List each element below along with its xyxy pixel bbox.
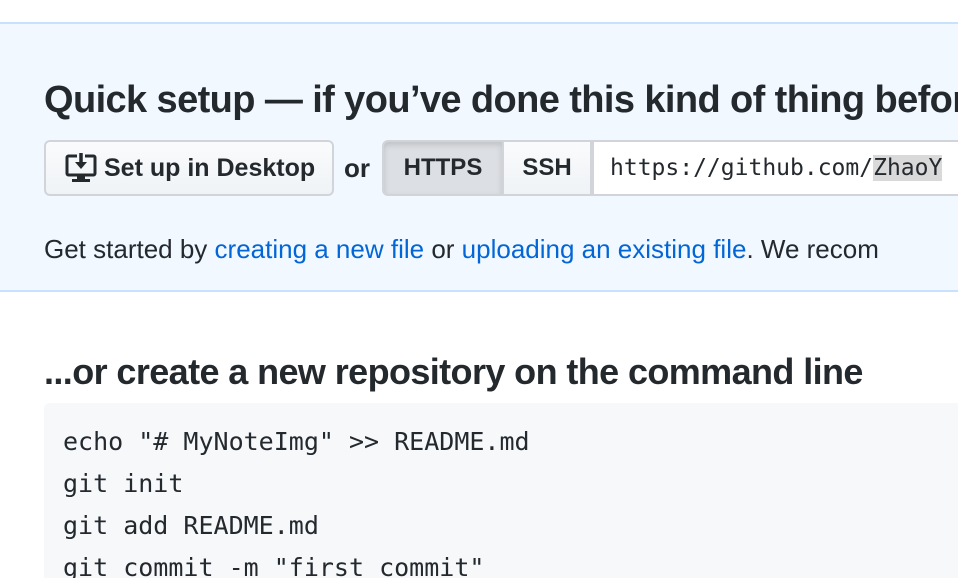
code-line: echo "# MyNoteImg" >> README.md — [63, 427, 530, 456]
desktop-download-icon — [64, 151, 98, 185]
https-button[interactable]: HTTPS — [382, 140, 504, 196]
command-line-code-block: echo "# MyNoteImg" >> README.md git init g… — [44, 403, 958, 578]
code-line: git add README.md — [63, 511, 319, 540]
command-line-section-title: ...or create a new repository on the com… — [44, 351, 863, 392]
set-up-in-desktop-button[interactable]: Set up in Desktop — [44, 140, 334, 196]
code-line: git init — [63, 469, 184, 498]
protocol-toggle: HTTPS SSH — [382, 140, 592, 196]
clone-url-selected-text: ZhaoY — [873, 155, 943, 181]
clone-row: Set up in Desktop or HTTPS SSH https://g… — [44, 140, 958, 196]
top-strip — [0, 0, 958, 22]
uploading-existing-file-link[interactable]: uploading an existing file — [462, 234, 747, 264]
or-label: or — [344, 153, 370, 183]
code-line: git commit -m "first commit" — [63, 553, 485, 578]
get-started-middle: or — [424, 234, 462, 264]
get-started-prefix: Get started by — [44, 234, 215, 264]
ssh-button[interactable]: SSH — [502, 140, 592, 196]
clone-url-prefix: https://github.com/ — [610, 155, 874, 181]
repo-setup-page: Quick setup — if you’ve done this kind o… — [0, 0, 958, 578]
creating-new-file-link[interactable]: creating a new file — [215, 234, 425, 264]
quick-setup-panel: Quick setup — if you’ve done this kind o… — [0, 22, 958, 292]
set-up-in-desktop-label: Set up in Desktop — [104, 153, 316, 182]
quick-setup-title: Quick setup — if you’ve done this kind o… — [44, 79, 958, 121]
clone-url-input[interactable]: https://github.com/ZhaoY — [592, 140, 958, 196]
get-started-suffix: . We recom — [746, 234, 879, 264]
get-started-text: Get started by creating a new file or up… — [44, 232, 879, 266]
